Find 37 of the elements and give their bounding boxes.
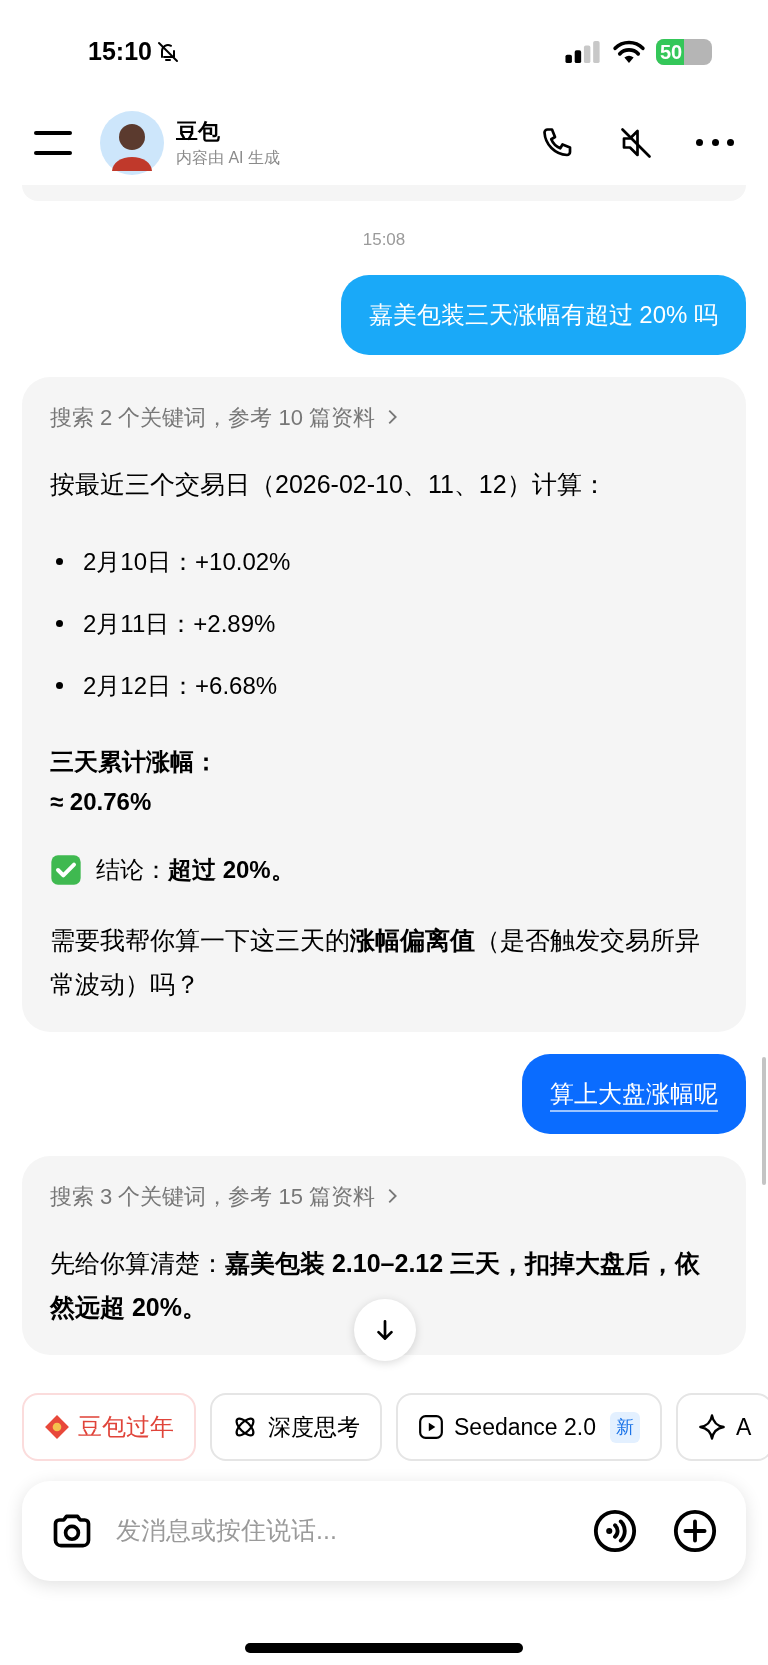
message-paragraph: 需要我帮你算一下这三天的涨幅偏离值（是否触发交易所异常波动）吗？ xyxy=(50,924,701,1000)
shortcut-chip[interactable]: A xyxy=(675,1393,768,1461)
message-paragraph: 按最近三个交易日（2026-02-10、11、12）计算： xyxy=(50,468,608,500)
status-time: 15:10 xyxy=(88,36,152,68)
new-badge: 新 xyxy=(609,1411,640,1443)
add-icon[interactable] xyxy=(672,1508,718,1554)
message-input-bar[interactable]: 发消息或按住说话... xyxy=(22,1481,746,1581)
fortune-diamond-icon xyxy=(44,1414,70,1440)
sources-link[interactable]: 搜索 3 个关键词，参考 15 篇资料 xyxy=(50,1179,718,1213)
bot-subtitle: 内容由 AI 生成 xyxy=(176,147,280,168)
timestamp: 15:08 xyxy=(362,229,406,251)
shortcut-chip[interactable]: 豆包过年 xyxy=(22,1393,196,1461)
bullet-text: 2月10日：+10.02% xyxy=(83,546,291,577)
more-icon[interactable] xyxy=(696,137,734,148)
battery-icon: 50 xyxy=(656,39,712,65)
bullet-text: 2月11日：+2.89% xyxy=(83,608,276,639)
check-mark-icon xyxy=(50,853,82,886)
signal-icon xyxy=(564,40,602,64)
conclusion-text: 结论：超过 20%。 xyxy=(96,854,295,885)
summary-line: 三天累计涨幅： xyxy=(50,746,219,777)
sources-link[interactable]: 搜索 2 个关键词，参考 10 篇资料 xyxy=(50,400,718,434)
menu-icon[interactable] xyxy=(34,130,72,155)
voice-icon[interactable] xyxy=(592,1508,638,1554)
summary-line: ≈ 20.76% xyxy=(50,786,153,817)
shortcut-chip[interactable]: 深度思考 xyxy=(210,1393,382,1461)
shortcut-chip[interactable]: Seedance 2.0 新 xyxy=(396,1393,662,1461)
bullet-text: 2月12日：+6.68% xyxy=(83,670,278,701)
message-paragraph: 先给你算清楚：嘉美包装 2.10–2.12 三天，扣掉大盘后，依然远超 20%。 xyxy=(50,1247,702,1323)
bot-name: 豆包 xyxy=(176,117,221,146)
bell-slash-icon xyxy=(155,40,180,64)
wifi-icon xyxy=(612,40,646,64)
sparkle-icon xyxy=(697,1413,726,1441)
user-message-bubble[interactable]: 算上大盘涨幅呢 xyxy=(522,1053,746,1134)
user-message-bubble[interactable]: 嘉美包装三天涨幅有超过 20% 吗 xyxy=(340,274,746,355)
avatar[interactable] xyxy=(100,110,164,175)
message-input[interactable]: 发消息或按住说话... xyxy=(116,1512,592,1550)
play-icon xyxy=(418,1414,444,1440)
